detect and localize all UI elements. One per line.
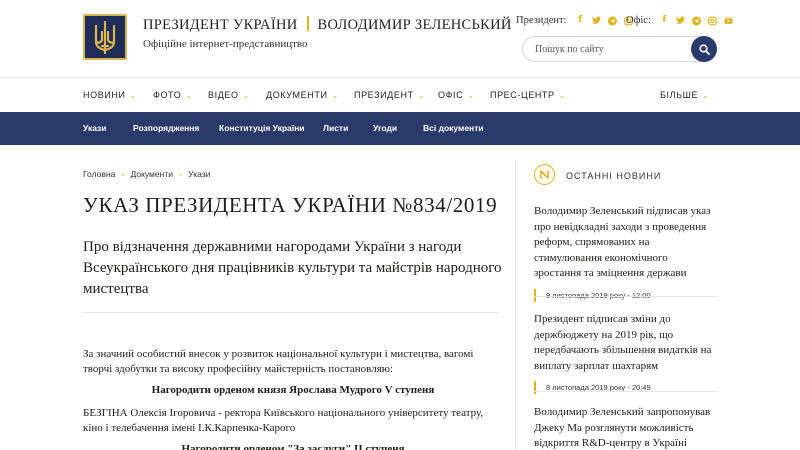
breadcrumb-decrees[interactable]: Укази <box>188 169 210 179</box>
twitter-icon[interactable] <box>675 16 685 26</box>
nav-item-office[interactable]: ОФІС ⌄ <box>438 90 475 100</box>
news-date: 8 листопада 2019 року - 20:49 <box>534 381 716 394</box>
chevron-down-icon: ⌄ <box>129 91 137 100</box>
news-badge <box>534 164 555 185</box>
search-box <box>522 36 717 62</box>
news-date-text: 9 листопада 2019 року - 12:00 <box>546 290 651 300</box>
awardee-text: БЕЗГІНА Олексія Ігоровича - ректора Київ… <box>83 407 484 434</box>
decree-subtitle: Про відзначення державними нагородами Ук… <box>83 239 502 297</box>
search-input[interactable] <box>535 41 685 57</box>
title-president: ПРЕЗИДЕНТ УКРАЇНИ <box>143 17 298 33</box>
nav-item-documents[interactable]: ДОКУМЕНТИ ⌄ <box>266 90 339 100</box>
president-social-label: Президент: <box>516 15 567 26</box>
search-icon <box>698 43 710 55</box>
breadcrumb-documents[interactable]: Документи <box>131 169 173 179</box>
subnav-item-letters[interactable]: Листи <box>323 123 348 133</box>
nav-item-press-center[interactable]: ПРЕС-ЦЕНТР ⌄ <box>490 90 566 100</box>
nav-item-photo[interactable]: ФОТО ⌄ <box>153 90 193 100</box>
content-divider <box>83 312 499 313</box>
decree-intro: За значний особистий внесок у розвиток н… <box>83 348 474 375</box>
nav-item-more[interactable]: БІЛЬШЕ ⌄ <box>660 90 709 100</box>
instagram-icon[interactable] <box>708 16 717 26</box>
page-title: УКАЗ ПРЕЗИДЕНТА УКРАЇНИ №834/2019 <box>83 193 498 217</box>
facebook-icon[interactable]: f <box>660 16 669 26</box>
nav-item-label: НОВИНИ <box>83 90 126 100</box>
nav-item-news[interactable]: НОВИНИ ⌄ <box>83 90 137 100</box>
nav-item-label: ПРЕЗИДЕНТ <box>354 90 414 100</box>
news-title[interactable]: Володимир Зеленський запропонував Джеку … <box>534 405 716 450</box>
chevron-down-icon: ⌄ <box>242 91 250 100</box>
nav-item-label: ВІДЕО <box>208 90 239 100</box>
nav-item-label: БІЛЬШЕ <box>660 90 699 100</box>
news-title[interactable]: Президент підписав зміни до держбюджету … <box>534 312 716 374</box>
title-separator <box>306 16 309 31</box>
news-title[interactable]: Володимир Зеленський підписав указ про н… <box>534 204 716 282</box>
site-header: ПРЕЗИДЕНТ УКРАЇНИ ВОЛОДИМИР ЗЕЛЕНСЬКИЙ Оф… <box>0 0 800 78</box>
chevron-down-icon: ⌄ <box>467 91 475 100</box>
chevron-right-icon: › <box>178 169 183 179</box>
news-item[interactable]: Володимир Зеленський запропонував Джеку … <box>534 405 716 450</box>
chevron-right-icon: › <box>121 169 125 179</box>
trident-icon <box>94 20 116 54</box>
breadcrumb-home[interactable]: Головна <box>83 169 115 179</box>
news-item[interactable]: Президент підписав зміни до держбюджету … <box>534 312 716 394</box>
search-button[interactable] <box>691 36 717 62</box>
chevron-down-icon: ⌄ <box>558 91 566 100</box>
nav-item-label: ПРЕС-ЦЕНТР <box>490 90 555 100</box>
subnav-item-orders[interactable]: Розпорядження <box>133 123 199 133</box>
documents-subnav: Укази Розпорядження Конституція України … <box>0 112 800 145</box>
chevron-down-icon: ⌄ <box>417 91 425 100</box>
nav-item-label: ДОКУМЕНТИ <box>266 90 328 100</box>
nav-item-label: ОФІС <box>438 90 464 100</box>
date-marker <box>534 381 536 394</box>
nav-item-label: ФОТО <box>153 90 182 100</box>
coat-of-arms-logo[interactable] <box>83 14 127 60</box>
telegram-icon[interactable] <box>691 16 701 26</box>
office-social-links: Офіс: f <box>626 15 733 26</box>
news-item[interactable]: Володимир Зеленський підписав указ про н… <box>534 204 716 302</box>
news-separator <box>534 296 716 297</box>
subnav-item-constitution[interactable]: Конституція України <box>219 123 305 133</box>
nav-item-video[interactable]: ВІДЕО ⌄ <box>208 90 250 100</box>
subnav-item-agreements[interactable]: Угоди <box>373 123 397 133</box>
chevron-down-icon: ⌄ <box>185 91 193 100</box>
facebook-icon[interactable]: f <box>576 16 585 26</box>
sidebar-divider <box>515 160 516 450</box>
site-subtitle: Офіційне інтернет-представництво <box>143 38 308 50</box>
nav-item-president[interactable]: ПРЕЗИДЕНТ ⌄ <box>354 90 425 100</box>
main-navigation: НОВИНИ ⌄ ФОТО ⌄ ВІДЕО ⌄ ДОКУМЕНТИ ⌄ ПРЕЗИДЕН… <box>0 79 800 112</box>
subnav-item-decrees[interactable]: Укази <box>83 123 107 133</box>
twitter-icon[interactable] <box>591 16 601 26</box>
next-award-heading: Нагородити орденом "За заслуги" ІІ ступе… <box>181 443 405 450</box>
news-separator <box>534 391 716 392</box>
president-social-links: Президент: f <box>516 15 633 26</box>
breadcrumb: Головна › Документи › Укази <box>83 169 210 179</box>
date-marker <box>534 288 536 302</box>
chevron-down-icon: ⌄ <box>331 91 339 100</box>
award-heading: Нагородити орденом князя Ярослава Мудрог… <box>151 384 435 396</box>
title-name: ВОЛОДИМИР ЗЕЛЕНСЬКИЙ <box>317 17 512 33</box>
news-icon <box>540 170 549 179</box>
subnav-item-all-documents[interactable]: Всі документи <box>423 123 484 133</box>
youtube-icon[interactable] <box>724 16 733 26</box>
site-title[interactable]: ПРЕЗИДЕНТ УКРАЇНИ ВОЛОДИМИР ЗЕЛЕНСЬКИЙ <box>143 16 512 34</box>
chevron-down-icon: ⌄ <box>702 91 710 100</box>
news-date: 9 листопада 2019 року - 12:00 <box>534 288 716 302</box>
office-social-label: Офіс: <box>626 15 651 26</box>
telegram-icon[interactable] <box>607 16 617 26</box>
latest-news-heading: ОСТАННІ НОВИНИ <box>566 171 662 181</box>
